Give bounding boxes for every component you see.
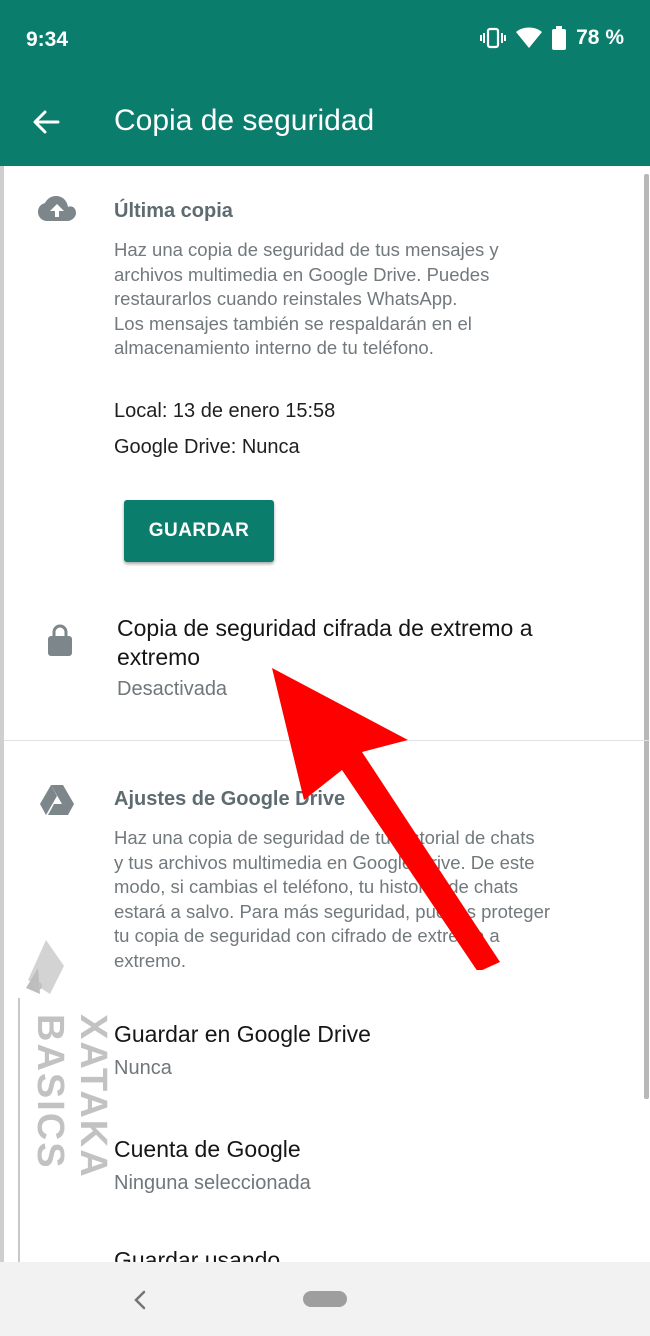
cloud-upload-icon — [38, 196, 76, 229]
save-to-drive-title: Guardar en Google Drive — [114, 1021, 371, 1047]
local-backup-info: Local: 13 de enero 15:58 — [114, 400, 336, 422]
google-account-title: Cuenta de Google — [114, 1136, 301, 1162]
battery-icon — [552, 26, 567, 50]
arrow-back-icon — [33, 110, 60, 134]
navigation-bar — [0, 1262, 650, 1336]
nav-back-icon[interactable] — [128, 1286, 150, 1319]
vibrate-icon — [480, 27, 507, 49]
google-account-value: Ninguna seleccionada — [114, 1172, 311, 1194]
back-button[interactable] — [26, 102, 66, 142]
save-to-drive-value: Nunca — [114, 1057, 172, 1079]
drive-backup-info: Google Drive: Nunca — [114, 436, 300, 458]
left-edge-divider — [0, 166, 4, 1336]
scrollbar[interactable] — [644, 174, 649, 1099]
status-time: 9:34 — [26, 28, 69, 51]
status-icons: 78 % — [480, 26, 624, 50]
save-button[interactable]: GUARDAR — [124, 500, 274, 562]
battery-percent: 78 % — [576, 26, 624, 49]
last-backup-title: Última copia — [114, 200, 233, 222]
nav-home-pill[interactable] — [303, 1291, 347, 1307]
red-arrow-annotation — [272, 668, 500, 970]
lock-icon — [48, 624, 72, 661]
e2e-backup-status: Desactivada — [117, 678, 228, 700]
app-bar: Copia de seguridad — [0, 80, 650, 166]
status-bar: 9:34 78 % — [0, 0, 650, 80]
google-drive-icon — [40, 785, 74, 820]
last-backup-description: Haz una copia de seguridad de tus mensaj… — [114, 239, 499, 358]
wifi-icon — [516, 27, 543, 49]
page-title: Copia de seguridad — [114, 104, 375, 137]
